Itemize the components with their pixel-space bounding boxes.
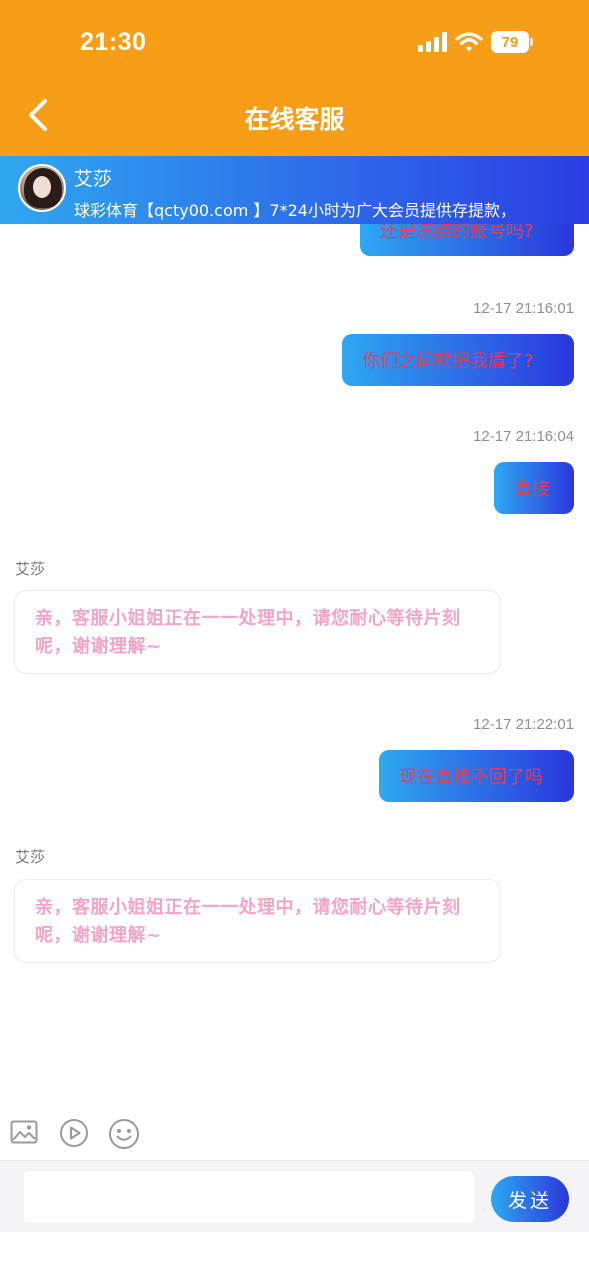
send-button[interactable]: 发送 [491,1176,569,1222]
battery-icon: 79 [491,31,533,53]
battery-level: 79 [501,33,519,51]
composer-bar: 发送 [0,1160,589,1232]
image-icon[interactable] [10,1118,38,1146]
incoming-message[interactable]: 亲，客服小姐姐正在一一处理中，请您耐心等待片刻呢，谢谢理解~ [14,879,501,963]
outgoing-message[interactable]: 现在直接不回了吗 [379,750,574,802]
app-header: 21:30 79 在线客服 [0,0,589,156]
video-icon[interactable] [59,1118,89,1148]
agent-avatar[interactable] [18,164,66,212]
emoji-icon[interactable] [108,1118,140,1150]
agent-name-label: 艾莎 [74,168,113,190]
status-time: 21:30 [80,28,147,56]
message-timestamp: 12-17 21:16:01 [473,300,574,317]
incoming-message[interactable]: 亲，客服小姐姐正在一一处理中，请您耐心等待片刻呢，谢谢理解~ [14,590,501,674]
chat-toolbar [0,1112,589,1156]
wifi-icon [455,32,483,52]
message-input[interactable] [24,1171,474,1223]
outgoing-message[interactable]: 你们之间就把我盾了? [342,334,574,386]
page-title: 在线客服 [244,105,345,134]
bottom-safe-area [0,1232,589,1280]
status-bar: 21:30 79 [0,0,589,80]
signal-icon [418,32,447,52]
sender-name: 艾莎 [15,848,46,866]
notice-text: 球彩体育【qcty00.com 】7*24小时为广大会员提供存提款，以 [74,201,514,220]
outgoing-message[interactable]: 直接 [494,462,574,514]
message-timestamp: 12-17 21:16:04 [473,428,574,445]
message-timestamp: 12-17 21:22:01 [473,716,574,733]
sender-name: 艾莎 [15,560,46,578]
